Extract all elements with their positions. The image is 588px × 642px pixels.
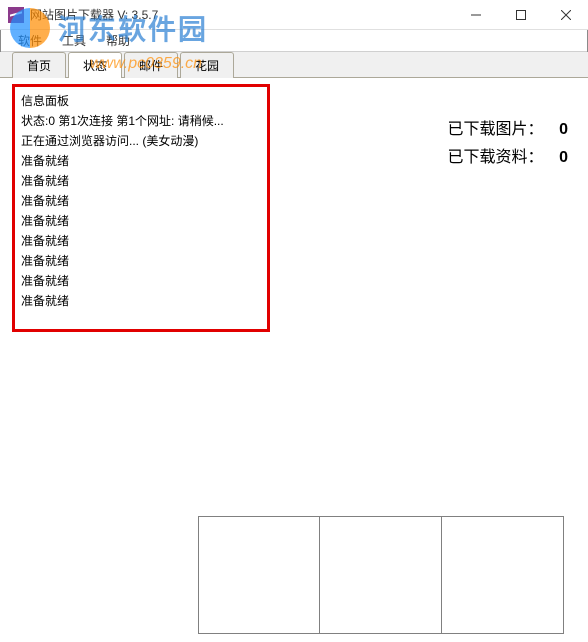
app-icon [8,7,24,23]
info-panel: 信息面板 状态:0 第1次连接 第1个网址: 请稍候... 正在通过浏览器访问.… [12,84,270,332]
close-button[interactable] [543,0,588,30]
tab-home[interactable]: 首页 [12,52,66,78]
window-title: 网站图片下载器 V: 3.5.7 [30,6,158,23]
content-area: 信息面板 状态:0 第1次连接 第1个网址: 请稍候... 正在通过浏览器访问.… [0,78,588,642]
info-line: 准备就绪 [21,211,261,231]
info-line: 准备就绪 [21,291,261,311]
info-header: 信息面板 [21,91,261,111]
stat-images-label: 已下载图片： [448,121,544,138]
tabbar: 首页 状态 邮件 花园 [0,52,588,78]
info-line: 准备就绪 [21,231,261,251]
info-line: 正在通过浏览器访问... (美女动漫) [21,131,261,151]
minimize-button[interactable] [453,0,498,30]
maximize-button[interactable] [498,0,543,30]
stat-images-value: 0 [548,116,568,144]
tab-status[interactable]: 状态 [68,52,122,78]
stat-data-value: 0 [548,144,568,172]
info-line: 准备就绪 [21,171,261,191]
tab-garden[interactable]: 花园 [180,52,234,78]
info-line: 准备就绪 [21,151,261,171]
stats-panel: 已下载图片： 0 已下载资料： 0 [448,116,568,172]
menu-tools[interactable]: 工具 [52,30,96,51]
tab-mail[interactable]: 邮件 [124,52,178,78]
menu-software[interactable]: 软件 [8,30,52,51]
window-buttons [453,0,588,30]
thumbnail-strip [198,516,564,634]
info-line: 准备就绪 [21,271,261,291]
info-line: 准备就绪 [21,251,261,271]
menu-help[interactable]: 帮助 [96,30,140,51]
thumbnail-slot[interactable] [442,516,564,634]
info-line: 状态:0 第1次连接 第1个网址: 请稍候... [21,111,261,131]
stat-data-label: 已下载资料： [448,149,544,166]
stat-images: 已下载图片： 0 [448,116,568,144]
thumbnail-slot[interactable] [198,516,320,634]
menubar: 软件 工具 帮助 [0,30,588,52]
titlebar: 网站图片下载器 V: 3.5.7 [0,0,588,30]
thumbnail-slot[interactable] [320,516,442,634]
info-line: 准备就绪 [21,191,261,211]
stat-data: 已下载资料： 0 [448,144,568,172]
